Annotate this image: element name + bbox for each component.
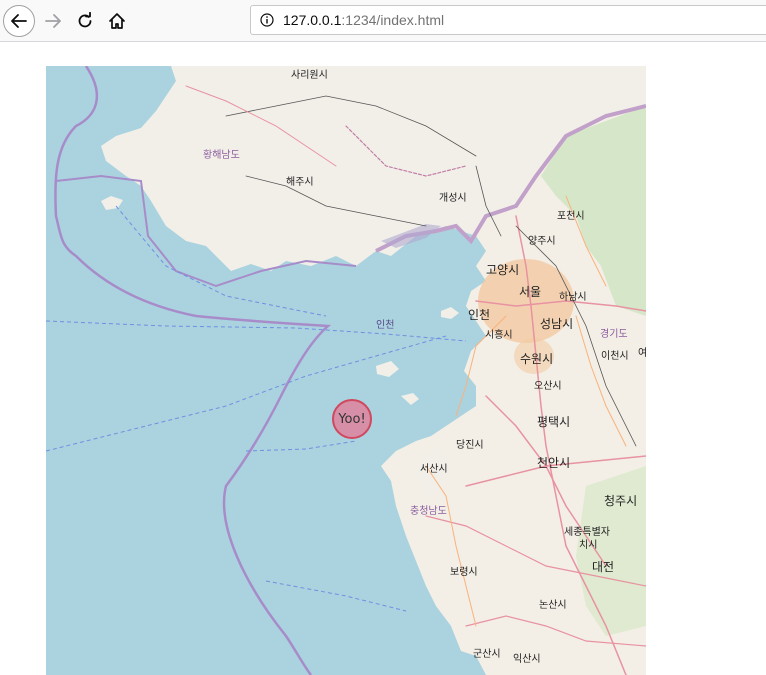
sea-route xyxy=(265,580,407,612)
info-icon[interactable] xyxy=(260,13,274,27)
island xyxy=(101,196,123,210)
map-label-seoul: 서울 xyxy=(519,285,541,299)
map-label-pocheon: 포천시 xyxy=(557,210,585,222)
map-label-seongnam: 성남시 xyxy=(540,317,573,331)
map-label-icheon: 이천시 xyxy=(601,350,629,362)
map-label-seosan: 서산시 xyxy=(420,463,448,475)
map-label-boryeong: 보령시 xyxy=(450,566,478,578)
map-label-cheonan: 천안시 xyxy=(537,455,570,470)
map-marker-label: Yoo! xyxy=(338,411,366,427)
map-label-yeo: 여 xyxy=(638,347,646,359)
map-label-siheung: 시흥시 xyxy=(485,328,513,341)
browser-toolbar: 127.0.0.1:1234/index.html xyxy=(0,0,766,42)
sea-route xyxy=(245,440,357,452)
map-label-dangjin: 당진시 xyxy=(456,439,484,451)
island xyxy=(376,361,399,377)
map-label-kaesong: 개성시 xyxy=(439,192,467,204)
map-label-incheon: 인천 xyxy=(468,307,490,322)
url-path: :1234/index.html xyxy=(341,12,445,28)
map-label-gyeonggi: 경기도 xyxy=(600,327,628,340)
map-label-cheongju: 청주시 xyxy=(604,494,637,508)
sea-route xyxy=(46,320,467,342)
map-label-yangju: 양주시 xyxy=(528,235,556,247)
map-label-iksan: 익산시 xyxy=(513,653,541,665)
forward-button[interactable] xyxy=(37,5,69,37)
home-button[interactable] xyxy=(101,5,133,37)
map-label-osan: 오산시 xyxy=(534,380,562,392)
home-icon xyxy=(109,13,125,29)
map-label-hwanghae: 황해남도 xyxy=(203,148,240,161)
reload-icon xyxy=(78,12,92,28)
reload-button[interactable] xyxy=(69,5,101,37)
map-label-hanam: 하남시 xyxy=(559,290,587,303)
map-label-gunsan: 군산시 xyxy=(473,648,501,660)
map-view[interactable]: 사리원시 황해남도 해주시 개성시 포천시 양주시 고양시 서울 하남시 인천 … xyxy=(46,66,646,675)
map-marker[interactable]: Yoo! xyxy=(332,399,372,439)
map-label-sejong-2: 치시 xyxy=(579,539,597,551)
map-label-incheon-sea: 인천 xyxy=(376,319,394,331)
map-label-haeju: 해주시 xyxy=(286,175,314,188)
sea-route xyxy=(46,335,447,452)
map-label-sariwon: 사리원시 xyxy=(291,69,328,81)
map-label-sejong-1: 세종특별자 xyxy=(564,526,610,538)
map-tiles: 사리원시 황해남도 해주시 개성시 포천시 양주시 고양시 서울 하남시 인천 … xyxy=(46,66,646,675)
map-label-daejeon: 대전 xyxy=(592,560,614,574)
arrow-left-icon xyxy=(11,14,27,28)
url-text: 127.0.0.1:1234/index.html xyxy=(283,12,444,28)
map-label-goyang: 고양시 xyxy=(486,263,519,277)
island xyxy=(401,393,419,405)
map-label-chungnam: 충청남도 xyxy=(410,505,447,517)
island xyxy=(441,307,459,319)
arrow-right-icon xyxy=(45,14,61,28)
map-label-nonsan: 논산시 xyxy=(539,599,567,611)
url-host: 127.0.0.1 xyxy=(283,12,342,28)
map-label-pyeongtaek: 평택시 xyxy=(537,415,570,429)
back-button[interactable] xyxy=(3,5,35,37)
address-bar[interactable]: 127.0.0.1:1234/index.html xyxy=(250,5,766,35)
map-label-suwon: 수원시 xyxy=(520,352,553,366)
